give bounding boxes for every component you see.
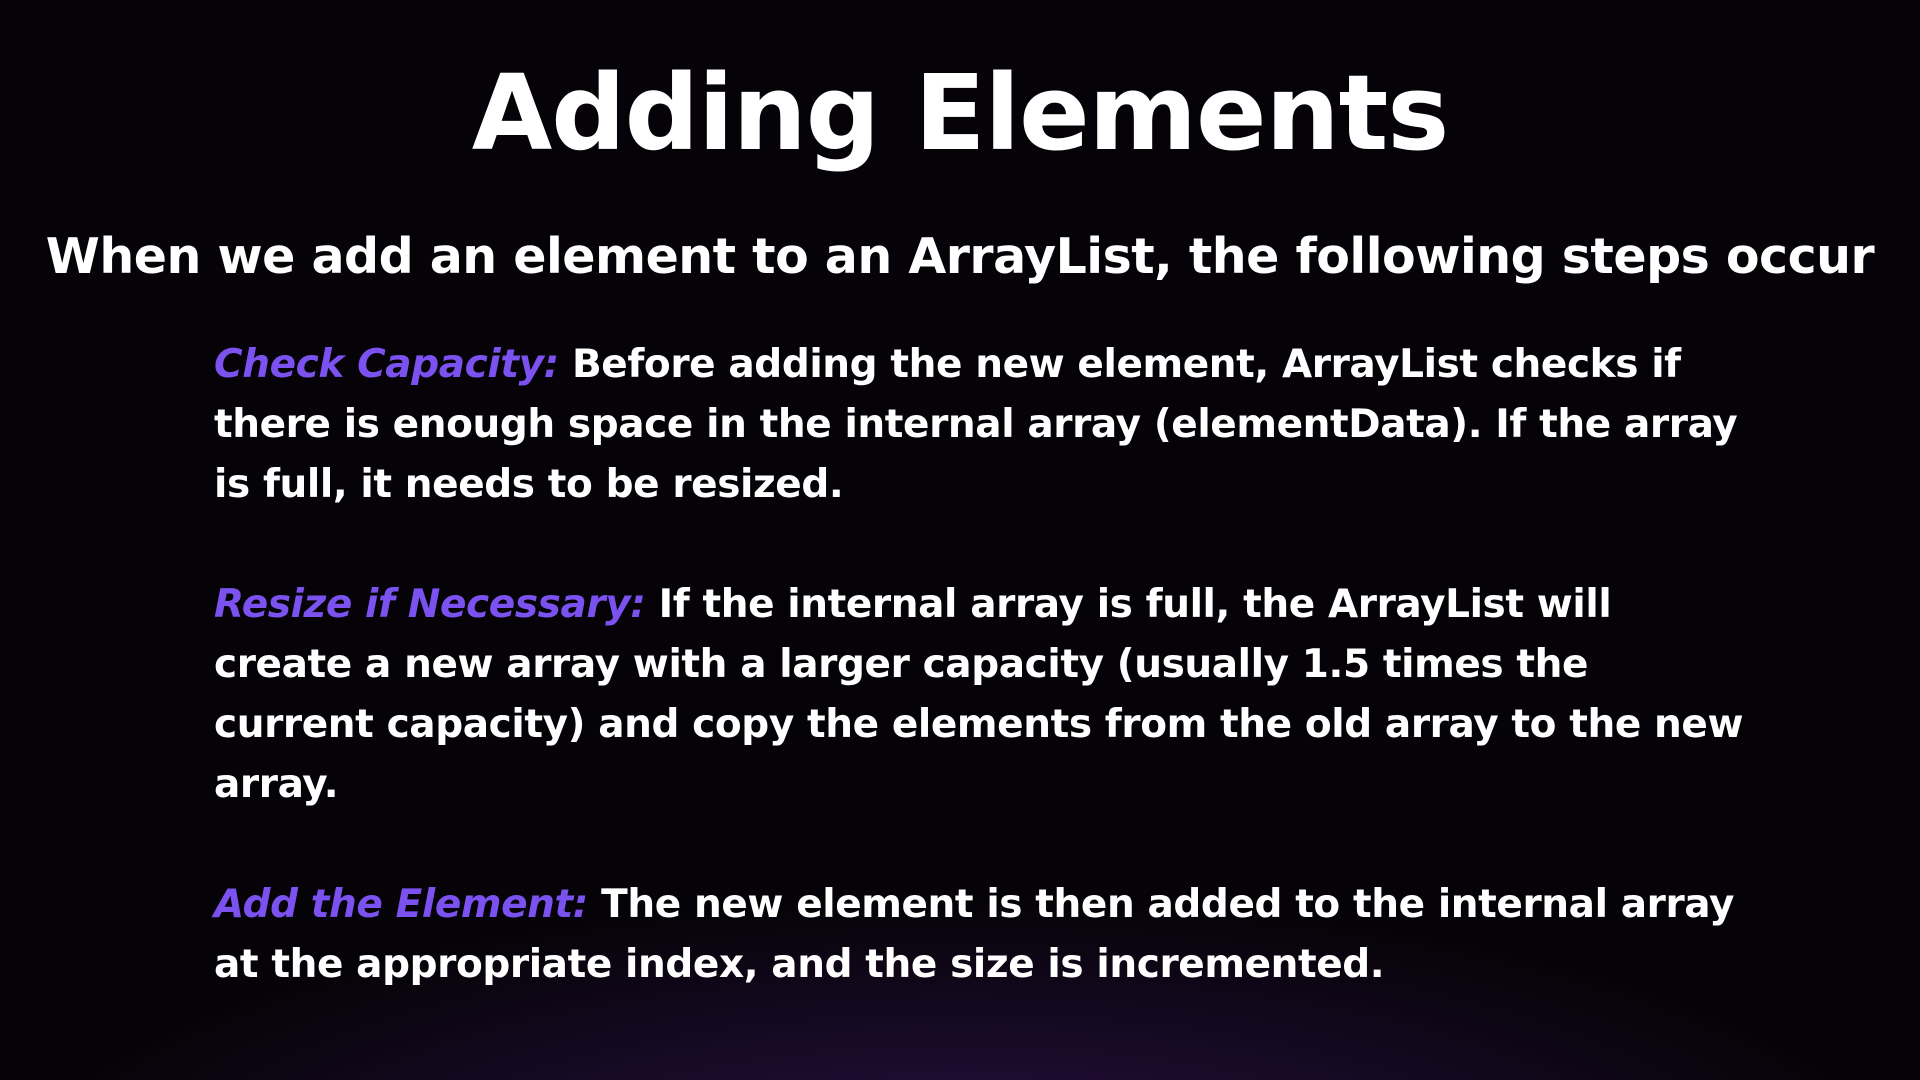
steps-list: Check Capacity: Before adding the new el…	[214, 335, 1754, 995]
step-add-the-element: Add the Element: The new element is then…	[214, 875, 1754, 995]
slide: Adding Elements When we add an element t…	[0, 0, 1920, 1080]
slide-subtitle: When we add an element to an ArrayList, …	[45, 228, 1875, 285]
slide-title: Adding Elements	[471, 52, 1450, 174]
step-term: Check Capacity:	[214, 342, 559, 387]
step-term: Add the Element:	[214, 882, 588, 927]
step-term: Resize if Necessary:	[214, 582, 646, 627]
step-resize-if-necessary: Resize if Necessary: If the internal arr…	[214, 575, 1754, 815]
step-check-capacity: Check Capacity: Before adding the new el…	[214, 335, 1754, 515]
